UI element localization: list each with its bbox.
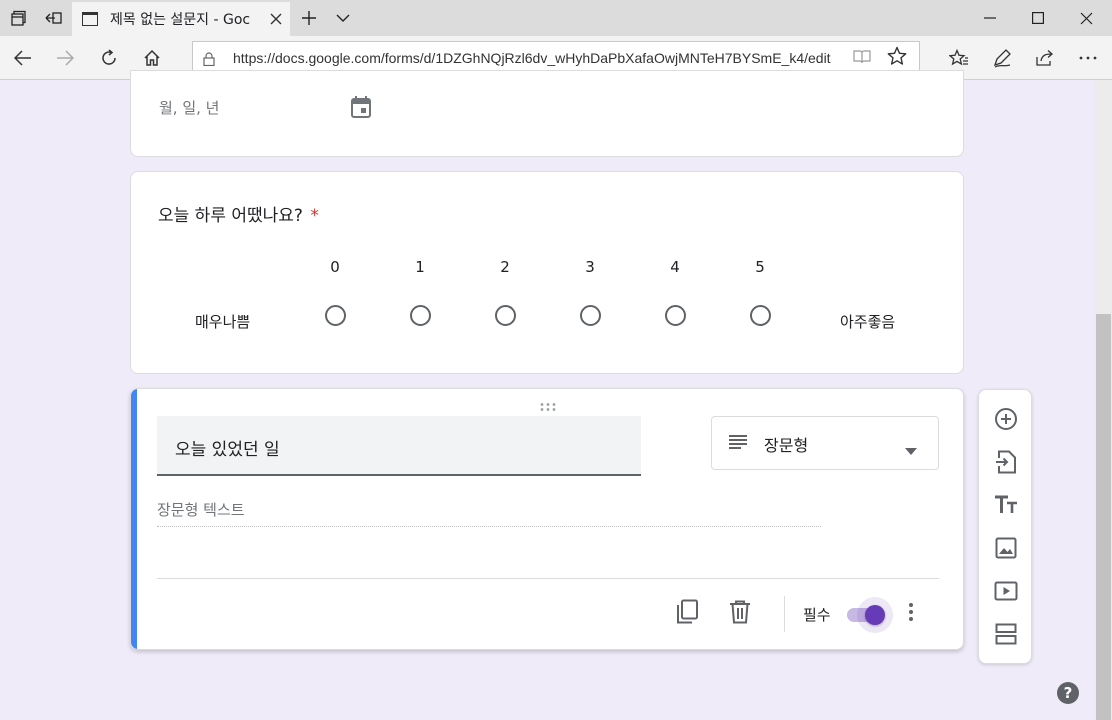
card-divider xyxy=(157,578,939,579)
dropdown-arrow-icon xyxy=(905,440,917,459)
date-input[interactable]: 월, 일, 년 xyxy=(159,97,219,118)
scale-radio-option[interactable] xyxy=(750,305,771,326)
question-title-input[interactable]: 오늘 있었던 일 xyxy=(157,416,641,476)
more-options-icon[interactable] xyxy=(1071,42,1105,74)
lock-icon xyxy=(203,51,215,67)
toggle-thumb xyxy=(865,605,885,625)
scale-high-label: 아주좋음 xyxy=(840,313,896,331)
scale-radio-option[interactable] xyxy=(410,305,431,326)
add-image-icon[interactable] xyxy=(992,534,1020,562)
form-side-toolbar xyxy=(978,389,1032,664)
scale-number: 3 xyxy=(585,258,595,276)
add-video-icon[interactable] xyxy=(992,577,1020,605)
add-section-icon[interactable] xyxy=(992,620,1020,648)
browser-tab-active[interactable]: 제목 없는 설문지 - Goc xyxy=(72,2,290,36)
page-icon xyxy=(82,12,98,26)
url-text: https://docs.google.com/forms/d/1DZGhNQj… xyxy=(233,50,831,66)
drag-handle-icon[interactable] xyxy=(539,397,557,416)
question-title-text: 오늘 하루 어땠나요? xyxy=(158,206,303,226)
maximize-icon[interactable] xyxy=(1014,0,1062,36)
active-indicator-bar xyxy=(131,389,137,649)
scale-question-card: 오늘 하루 어땠나요? * xyxy=(130,171,964,374)
close-window-icon[interactable] xyxy=(1062,0,1110,36)
long-answer-placeholder-text: 장문형 텍스트 xyxy=(157,501,245,519)
required-label: 필수 xyxy=(803,606,831,624)
duplicate-icon[interactable] xyxy=(675,599,699,629)
browser-tab-bar: 제목 없는 설문지 - Goc xyxy=(0,0,1112,36)
reading-view-icon[interactable] xyxy=(853,49,871,69)
add-question-icon[interactable] xyxy=(992,405,1020,433)
long-text-icon xyxy=(728,434,748,454)
import-questions-icon[interactable] xyxy=(992,448,1020,476)
question-title-value: 오늘 있었던 일 xyxy=(175,440,280,460)
pen-notes-icon[interactable] xyxy=(985,42,1019,74)
help-icon: ? xyxy=(1063,684,1073,702)
required-toggle[interactable] xyxy=(841,597,893,633)
question-type-select[interactable]: 장문형 xyxy=(711,416,939,470)
scale-number: 0 xyxy=(330,258,340,276)
scale-radio-option[interactable] xyxy=(325,305,346,326)
share-icon[interactable] xyxy=(1028,42,1062,74)
tab-list-chevron-icon[interactable] xyxy=(330,0,356,36)
add-title-icon[interactable] xyxy=(992,491,1020,519)
scale-radio-option[interactable] xyxy=(580,305,601,326)
tab-title: 제목 없는 설문지 - Goc xyxy=(110,12,251,28)
footer-separator xyxy=(784,596,785,632)
long-answer-placeholder: 장문형 텍스트 xyxy=(157,499,821,527)
new-tab-icon[interactable] xyxy=(296,0,322,36)
calendar-icon[interactable] xyxy=(350,95,372,123)
forward-arrow-icon[interactable] xyxy=(48,42,82,74)
tab-actions-icon[interactable] xyxy=(6,0,32,36)
active-question-card[interactable]: 오늘 있었던 일 장문형 장문형 텍스트 필수 xyxy=(130,388,964,650)
scale-low-label: 매우나쁨 xyxy=(195,313,251,331)
date-question-card: 월, 일, 년 xyxy=(130,70,964,157)
question-title: 오늘 하루 어땠나요? * xyxy=(158,201,319,226)
scale-radio-option[interactable] xyxy=(665,305,686,326)
back-arrow-icon[interactable] xyxy=(6,42,40,74)
scale-number: 2 xyxy=(500,258,510,276)
scrollbar-thumb[interactable] xyxy=(1096,314,1111,720)
required-asterisk: * xyxy=(310,206,319,226)
scale-number: 5 xyxy=(755,258,765,276)
scale-number: 1 xyxy=(415,258,425,276)
close-tab-icon[interactable] xyxy=(270,10,282,29)
help-button[interactable]: ? xyxy=(1057,682,1079,704)
favorite-star-icon[interactable] xyxy=(887,46,907,71)
set-aside-tabs-icon[interactable] xyxy=(40,0,66,36)
delete-icon[interactable] xyxy=(729,600,751,628)
scale-radio-option[interactable] xyxy=(495,305,516,326)
refresh-icon[interactable] xyxy=(92,42,126,74)
minimize-icon[interactable] xyxy=(966,0,1014,36)
question-type-label: 장문형 xyxy=(764,436,809,455)
more-vert-icon[interactable] xyxy=(908,602,914,626)
scale-number: 4 xyxy=(670,258,680,276)
date-placeholder: 월, 일, 년 xyxy=(159,99,220,117)
